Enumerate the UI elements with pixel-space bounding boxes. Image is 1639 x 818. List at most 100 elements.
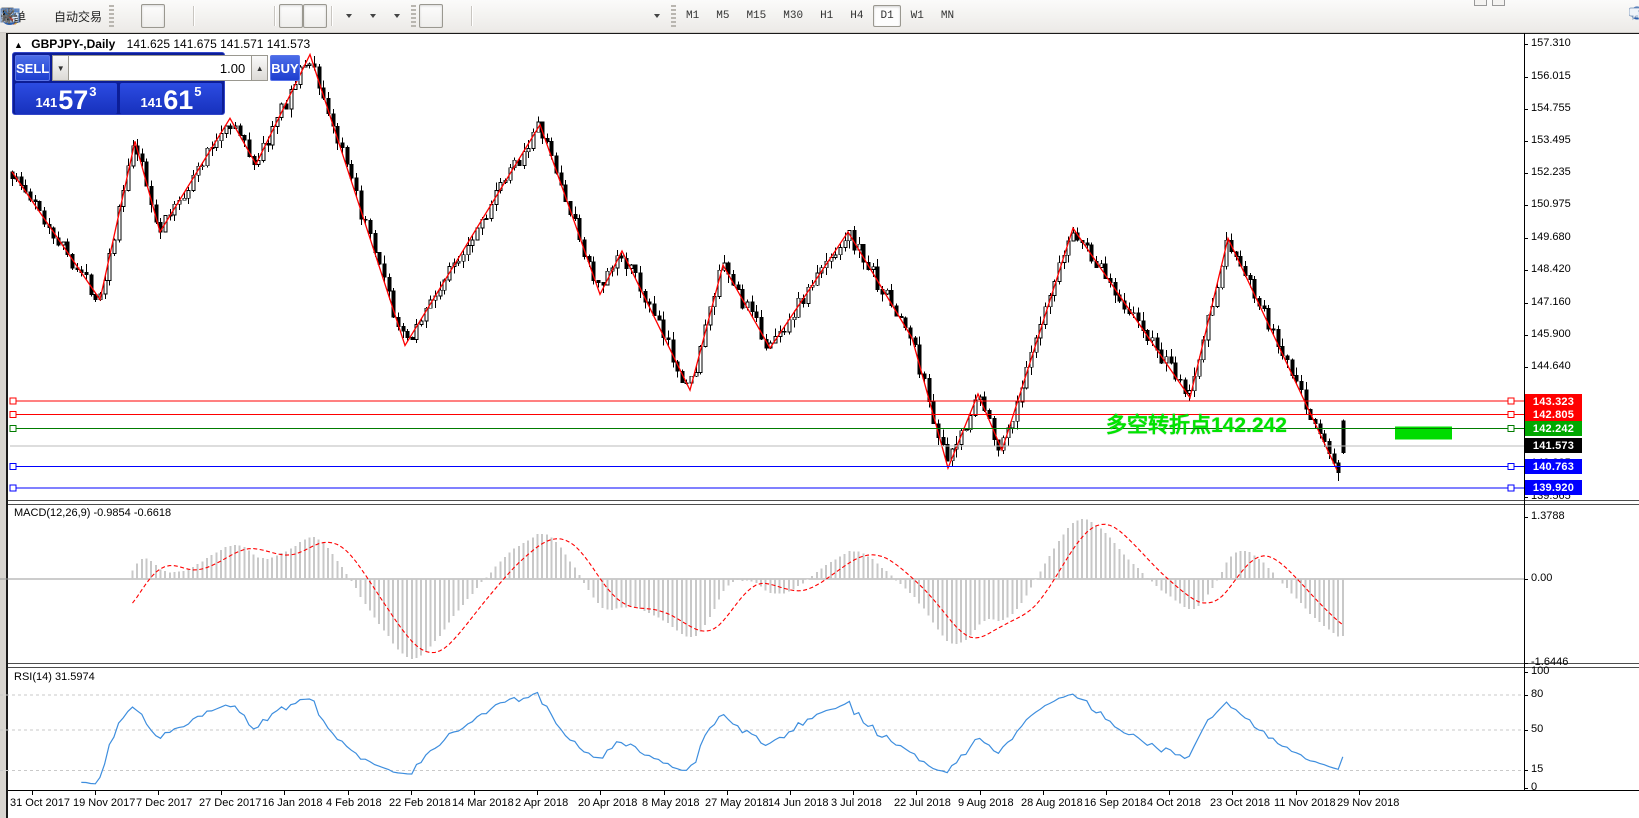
- price-axis-label: 153.495: [1531, 134, 1571, 146]
- timeframe-mn[interactable]: MN: [934, 5, 961, 27]
- vertical-line-button[interactable]: [476, 4, 500, 28]
- rsi-axis-label: 100: [1531, 665, 1549, 677]
- new-order-icon[interactable]: [26, 4, 50, 28]
- timeframe-bar: M1M5M15M30H1H4D1W1MN: [679, 5, 961, 27]
- collapse-icon[interactable]: ▲: [14, 40, 23, 50]
- rsi-axis-label: 15: [1531, 763, 1543, 775]
- timeframe-m15[interactable]: M15: [739, 5, 773, 27]
- date-axis-label: 4 Feb 2018: [326, 797, 382, 809]
- date-axis-label: 22 Feb 2018: [389, 797, 451, 809]
- sell-button[interactable]: SELL: [15, 55, 50, 81]
- chat-icon[interactable]: [1629, 5, 1639, 23]
- price-level-tag: 141.573: [1525, 438, 1582, 453]
- date-axis-label: 29 Nov 2018: [1337, 797, 1399, 809]
- rsi-canvas[interactable]: [0, 668, 1524, 790]
- rsi-label: RSI(14) 31.5974: [14, 671, 95, 683]
- timeframe-d1[interactable]: D1: [873, 5, 900, 27]
- sell-price[interactable]: 141 57 3: [15, 83, 117, 114]
- date-axis-label: 11 Nov 2018: [1274, 797, 1336, 809]
- date-axis-label: 20 Apr 2018: [578, 797, 637, 809]
- date-axis-label: 22 Jul 2018: [894, 797, 951, 809]
- buy-price-base: 141: [141, 95, 163, 110]
- date-axis-label: 4 Oct 2018: [1147, 797, 1201, 809]
- crosshair-button[interactable]: [443, 4, 467, 28]
- rsi-axis-label: 50: [1531, 723, 1543, 735]
- indicators-button[interactable]: [336, 4, 360, 28]
- chart-symbol: GBPJPY-,Daily: [31, 37, 115, 51]
- templates-button[interactable]: [384, 4, 408, 28]
- date-axis-label: 3 Jul 2018: [831, 797, 882, 809]
- timeframe-h1[interactable]: H1: [813, 5, 840, 27]
- date-axis-label: 16 Jan 2018: [262, 797, 323, 809]
- tile-windows-button[interactable]: [246, 4, 270, 28]
- macd-canvas[interactable]: [0, 505, 1524, 663]
- arrows-button[interactable]: [644, 4, 668, 28]
- bar-chart-button[interactable]: [117, 4, 141, 28]
- rsi-axis-label: 80: [1531, 688, 1543, 700]
- auto-trading-button[interactable]: 自动交易: [50, 4, 106, 28]
- line-chart-button[interactable]: [165, 4, 189, 28]
- toolbar: 订单 自动交易: [0, 0, 1639, 33]
- volume-input[interactable]: [69, 55, 251, 81]
- equidistant-channel-button[interactable]: E: [548, 4, 572, 28]
- timeframe-m5[interactable]: M5: [709, 5, 736, 27]
- arrows-dropdown-icon[interactable]: [654, 14, 660, 18]
- auto-scroll-button[interactable]: [279, 4, 303, 28]
- date-axis-label: 27 Dec 2017: [199, 797, 261, 809]
- fibonacci-button[interactable]: F: [572, 4, 596, 28]
- price-level-tag: 139.920: [1525, 480, 1582, 495]
- sell-price-point: 3: [89, 84, 96, 99]
- toolbar-grip: [671, 5, 676, 27]
- date-axis-label: 19 Nov 2017: [73, 797, 135, 809]
- toolbar-grip: [411, 5, 416, 27]
- buy-button[interactable]: BUY: [270, 55, 299, 81]
- sell-price-pips: 57: [58, 87, 88, 113]
- date-axis-label: 14 Jun 2018: [768, 797, 829, 809]
- horizontal-line-button[interactable]: [500, 4, 524, 28]
- volume-decrease-button[interactable]: ▼: [52, 55, 69, 81]
- periods-dropdown-icon[interactable]: [370, 14, 376, 18]
- macd-label: MACD(12,26,9) -0.9854 -0.6618: [14, 507, 171, 519]
- price-axis-label: 145.900: [1531, 328, 1571, 340]
- window-close-button[interactable]: [1492, 0, 1505, 6]
- window-restore-button[interactable]: [1474, 0, 1487, 6]
- toolbar-grip: [109, 5, 114, 27]
- price-axis-label: 147.160: [1531, 296, 1571, 308]
- buy-price-point: 5: [194, 84, 201, 99]
- main-chart-canvas[interactable]: [0, 33, 1524, 500]
- text-button[interactable]: A: [596, 4, 620, 28]
- date-axis-label: 28 Aug 2018: [1021, 797, 1083, 809]
- zoom-in-button[interactable]: [198, 4, 222, 28]
- price-level-tag: 140.763: [1525, 459, 1582, 474]
- price-axis-label: 156.015: [1531, 70, 1571, 82]
- cursor-button[interactable]: [419, 4, 443, 28]
- buy-price-pips: 61: [163, 87, 193, 113]
- price-axis-label: 154.755: [1531, 102, 1571, 114]
- chart-shift-button[interactable]: [303, 4, 327, 28]
- chart-window[interactable]: ▲ GBPJPY-,Daily 141.625 141.675 141.571 …: [0, 33, 1639, 818]
- buy-price[interactable]: 141 61 5: [120, 83, 222, 114]
- price-axis-label: 148.420: [1531, 263, 1571, 275]
- date-axis-label: 23 Oct 2018: [1210, 797, 1270, 809]
- date-axis-label: 7 Dec 2017: [136, 797, 192, 809]
- trendline-button[interactable]: [524, 4, 548, 28]
- date-axis-label: 2 Apr 2018: [515, 797, 568, 809]
- volume-increase-button[interactable]: ▲: [251, 55, 268, 81]
- price-axis-label: 144.640: [1531, 360, 1571, 372]
- macd-axis-label: 0.00: [1531, 572, 1552, 584]
- timeframe-w1[interactable]: W1: [904, 5, 931, 27]
- auto-trading-label: 自动交易: [54, 8, 102, 25]
- templates-dropdown-icon[interactable]: [394, 14, 400, 18]
- timeframe-m1[interactable]: M1: [679, 5, 706, 27]
- date-axis-label: 9 Aug 2018: [958, 797, 1014, 809]
- periods-button[interactable]: [360, 4, 384, 28]
- text-label-button[interactable]: T: [620, 4, 644, 28]
- timeframe-m30[interactable]: M30: [776, 5, 810, 27]
- macd-axis-label: 1.3788: [1531, 510, 1565, 522]
- zoom-out-button[interactable]: [222, 4, 246, 28]
- timeframe-h4[interactable]: H4: [843, 5, 870, 27]
- turning-point-annotation[interactable]: 多空转折点142.242: [1106, 409, 1287, 439]
- indicators-dropdown-icon[interactable]: [346, 14, 352, 18]
- candlestick-chart-button[interactable]: [141, 4, 165, 28]
- date-axis-label: 16 Sep 2018: [1084, 797, 1146, 809]
